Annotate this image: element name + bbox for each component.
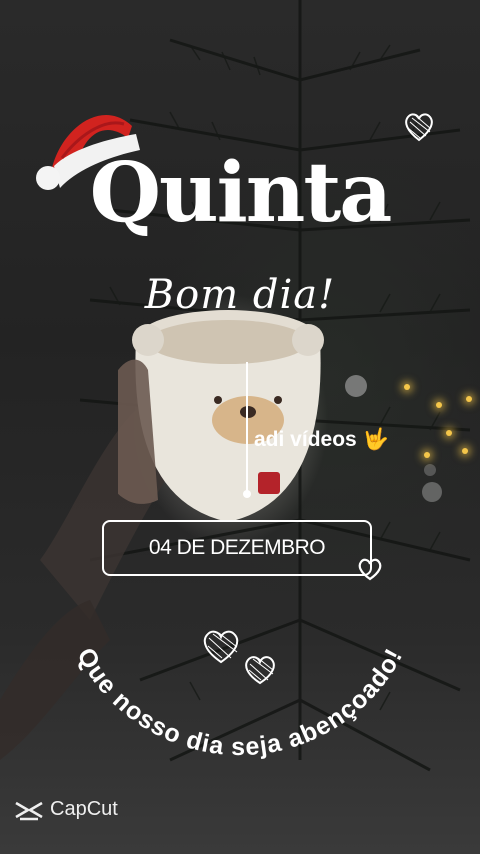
capcut-label: CapCut xyxy=(50,798,118,820)
story-canvas: Quinta Bom dia! adi vídeos 🤟 04 DE DEZEMB… xyxy=(0,0,480,854)
blessing-arc: Que nosso dia seja abençoado! xyxy=(71,643,407,761)
capcut-watermark: CapCut xyxy=(14,798,118,821)
heart-outline-icon xyxy=(245,656,275,685)
capcut-logo-icon xyxy=(15,801,43,820)
heart-outline-icon xyxy=(203,630,239,664)
